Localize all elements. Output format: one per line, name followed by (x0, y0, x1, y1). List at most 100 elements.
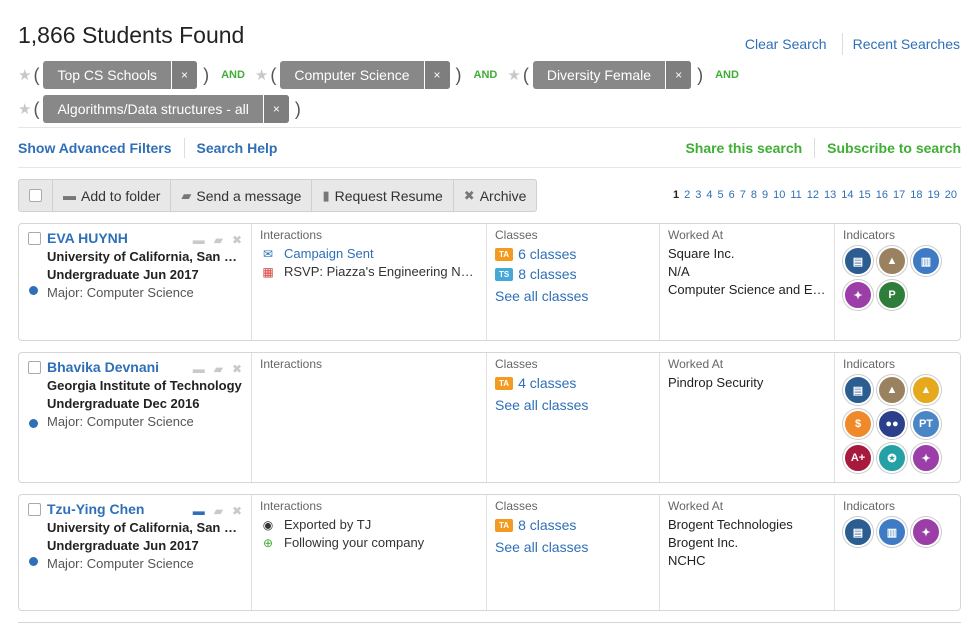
student-checkbox[interactable] (28, 502, 41, 516)
star-icon[interactable]: ★ (255, 66, 268, 84)
page-link[interactable]: 19 (928, 189, 940, 201)
divider (814, 138, 816, 158)
filter-chip-label: Algorithms/Data structures - all (57, 101, 249, 117)
page-link[interactable]: 6 (729, 189, 735, 201)
page-link[interactable]: 3 (695, 189, 701, 201)
close-icon[interactable]: ✖ (232, 362, 242, 376)
divider (18, 127, 961, 128)
share-search-link[interactable]: Share this search (685, 140, 802, 156)
classes-link[interactable]: 8 classes (518, 266, 576, 282)
filter-chip-label: Top CS Schools (57, 67, 158, 83)
page-link[interactable]: 12 (807, 189, 819, 201)
student-major: Major: Computer Science (47, 556, 194, 571)
page-link[interactable]: 17 (893, 189, 905, 201)
page-link[interactable]: 8 (751, 189, 757, 201)
archive-button[interactable]: ✖ Archive (454, 180, 537, 211)
classes-link[interactable]: 6 classes (518, 246, 576, 262)
student-checkbox[interactable] (28, 231, 41, 245)
folder-icon[interactable]: ▬ (193, 233, 205, 247)
interaction-text: Following your company (284, 535, 425, 550)
page-link[interactable]: 18 (910, 189, 922, 201)
request-resume-button[interactable]: ▮ Request Resume (312, 180, 454, 211)
page-link[interactable]: 10 (773, 189, 785, 201)
person-indicator-icon[interactable]: ✦ (911, 443, 941, 473)
chat-icon[interactable]: ▰ (214, 504, 223, 518)
send-message-button[interactable]: ▰ Send a message (171, 180, 313, 211)
student-major: Major: Computer Science (47, 285, 194, 300)
and-operator: AND (221, 69, 245, 81)
column-header: Interactions (260, 228, 323, 242)
classes-link[interactable]: 4 classes (518, 375, 576, 391)
page-link[interactable]: 5 (717, 189, 723, 201)
clear-search-link[interactable]: Clear Search (745, 36, 827, 52)
column-header: Worked At (668, 357, 724, 371)
indicators-column: Indicators ▤ ▲ ▥ ✦ P (835, 224, 960, 340)
binder-indicator-icon[interactable]: ▥ (877, 517, 907, 547)
show-advanced-filters-link[interactable]: Show Advanced Filters (18, 140, 172, 156)
document-indicator-icon[interactable]: ▤ (843, 517, 873, 547)
document-indicator-icon[interactable]: ▤ (843, 246, 873, 276)
remove-filter-icon[interactable]: × (262, 95, 289, 123)
interaction-text[interactable]: Campaign Sent (284, 246, 474, 261)
page-link[interactable]: 13 (824, 189, 836, 201)
binder-indicator-icon[interactable]: ▥ (911, 246, 941, 276)
remove-filter-icon[interactable]: × (171, 61, 198, 89)
page-link[interactable]: 2 (684, 189, 690, 201)
page-link[interactable]: 4 (706, 189, 712, 201)
x-icon: ✖ (463, 187, 475, 203)
person-indicator-icon[interactable]: ✦ (911, 517, 941, 547)
see-all-classes-link[interactable]: See all classes (495, 288, 651, 304)
close-paren: ) (455, 64, 462, 85)
page-link[interactable]: 7 (740, 189, 746, 201)
person-indicator-icon[interactable]: ✦ (843, 280, 873, 310)
see-all-classes-link[interactable]: See all classes (495, 539, 651, 555)
chat-icon[interactable]: ▰ (214, 362, 223, 376)
star-icon[interactable]: ★ (507, 66, 520, 84)
column-header: Classes (495, 357, 538, 371)
classes-link[interactable]: 8 classes (518, 517, 576, 533)
student-name-link[interactable]: Bhavika Devnani (47, 359, 159, 375)
page-link[interactable]: 16 (876, 189, 888, 201)
mountain-indicator-icon[interactable]: ▲ (877, 246, 907, 276)
star-icon[interactable]: ★ (18, 66, 31, 84)
interaction-item: ▦ RSVP: Piazza's Engineering Night (260, 264, 478, 279)
remove-filter-icon[interactable]: × (423, 61, 450, 89)
folder-icon[interactable]: ▬ (193, 362, 205, 376)
student-name-link[interactable]: Tzu-Ying Chen (47, 501, 144, 517)
folder-icon[interactable]: ▬ (193, 504, 205, 518)
checkbox[interactable] (29, 189, 42, 202)
request-resume-label: Request Resume (334, 187, 443, 204)
parking-indicator-icon[interactable]: P (877, 280, 907, 310)
pt-indicator-icon[interactable]: PT (911, 409, 941, 439)
filter-chip-label: Computer Science (294, 67, 410, 83)
student-checkbox[interactable] (28, 360, 41, 374)
subscribe-search-link[interactable]: Subscribe to search (827, 140, 961, 156)
page-link[interactable]: 9 (762, 189, 768, 201)
close-icon[interactable]: ✖ (232, 233, 242, 247)
search-help-link[interactable]: Search Help (197, 140, 278, 156)
employer: Pindrop Security (668, 375, 764, 390)
star-icon[interactable]: ★ (18, 100, 31, 118)
ribbon-indicator-icon[interactable]: ✪ (877, 443, 907, 473)
a-plus-indicator-icon[interactable]: A+ (843, 443, 873, 473)
chat-icon[interactable]: ▰ (214, 233, 223, 247)
see-all-classes-link[interactable]: See all classes (495, 397, 651, 413)
dollar-indicator-icon[interactable]: $ (843, 409, 873, 439)
student-degree: Undergraduate Jun 2017 (47, 538, 199, 553)
mountain-indicator-icon[interactable]: ▲ (877, 375, 907, 405)
mountain-gold-indicator-icon[interactable]: ▲ (911, 375, 941, 405)
remove-filter-icon[interactable]: × (665, 61, 692, 89)
page-link[interactable]: 11 (790, 189, 801, 201)
page-link[interactable]: 14 (841, 189, 853, 201)
select-all-checkbox[interactable] (19, 180, 53, 211)
group-indicator-icon[interactable]: ●● (877, 409, 907, 439)
column-header: Indicators (843, 499, 896, 513)
student-name-link[interactable]: EVA HUYNH (47, 230, 128, 246)
close-icon[interactable]: ✖ (232, 504, 242, 518)
add-to-folder-button[interactable]: ▬ Add to folder (53, 180, 172, 211)
document-indicator-icon[interactable]: ▤ (843, 375, 873, 405)
page-link[interactable]: 15 (859, 189, 871, 201)
page-link[interactable]: 20 (945, 189, 957, 201)
recent-searches-link[interactable]: Recent Searches (853, 36, 960, 52)
header-links: Clear Search Recent Searches (745, 33, 960, 55)
